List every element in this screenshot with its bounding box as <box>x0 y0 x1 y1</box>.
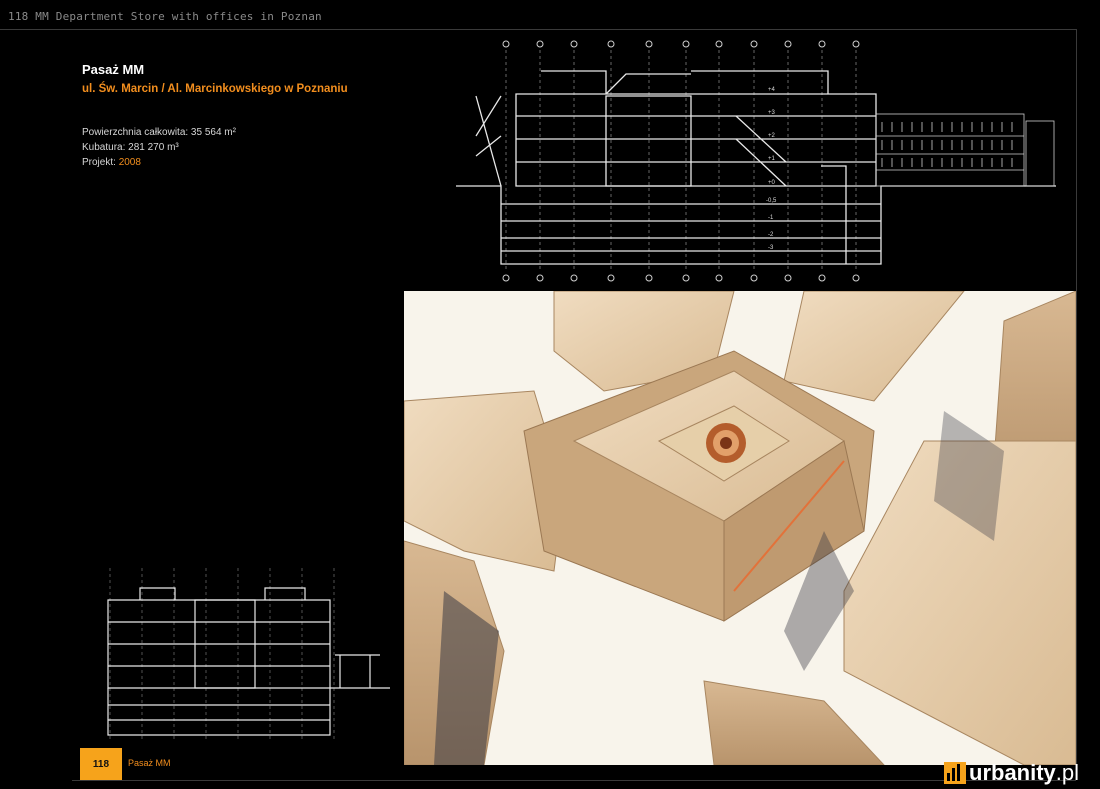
project-address: ul. Św. Marcin / Al. Marcinkowskiego w P… <box>82 83 348 95</box>
project-name: Pasaż MM <box>82 62 145 77</box>
project-label: Projekt: <box>82 157 119 168</box>
page-title: 118 MM Department Store with offices in … <box>8 10 322 23</box>
level-label: +2 <box>768 133 776 139</box>
level-label: -1 <box>768 215 774 221</box>
project-year: 2008 <box>118 157 141 168</box>
project-info: Pasaż MM ul. Św. Marcin / Al. Marcinkows… <box>82 62 348 170</box>
cross-section-drawing <box>107 568 390 740</box>
level-label: -3 <box>768 245 774 251</box>
brand-name: urbanity <box>969 760 1056 785</box>
right-divider <box>1076 29 1077 774</box>
level-label: +3 <box>768 110 776 116</box>
volume-label: Kubatura: 281 270 m³ <box>82 142 179 153</box>
level-label: +4 <box>768 87 776 93</box>
level-label: +0 <box>768 180 776 186</box>
level-label: -2 <box>768 232 774 238</box>
area-label: Powierzchnia całkowita: 35 564 m² <box>82 127 236 138</box>
level-label: -0,5 <box>766 198 777 204</box>
page-label: Pasaż MM <box>128 758 171 768</box>
city-block-render <box>404 291 1076 765</box>
page-number-tag: 118 <box>80 748 122 780</box>
level-label: +1 <box>768 156 776 162</box>
project-facts: Powierzchnia całkowita: 35 564 m² Kubatu… <box>82 125 348 170</box>
bar-chart-icon <box>944 762 966 784</box>
brand-logo: urbanity .pl <box>944 760 1079 786</box>
bottom-divider <box>72 780 1076 781</box>
brand-tld: .pl <box>1055 760 1080 785</box>
axonometric-render <box>404 291 1076 765</box>
top-divider <box>0 29 1076 30</box>
project-row: Projekt: 2008 <box>82 155 348 170</box>
longitudinal-section-drawing: +4 +3 +2 +1 +0 -0,5 -1 -2 -3 <box>456 40 1056 282</box>
